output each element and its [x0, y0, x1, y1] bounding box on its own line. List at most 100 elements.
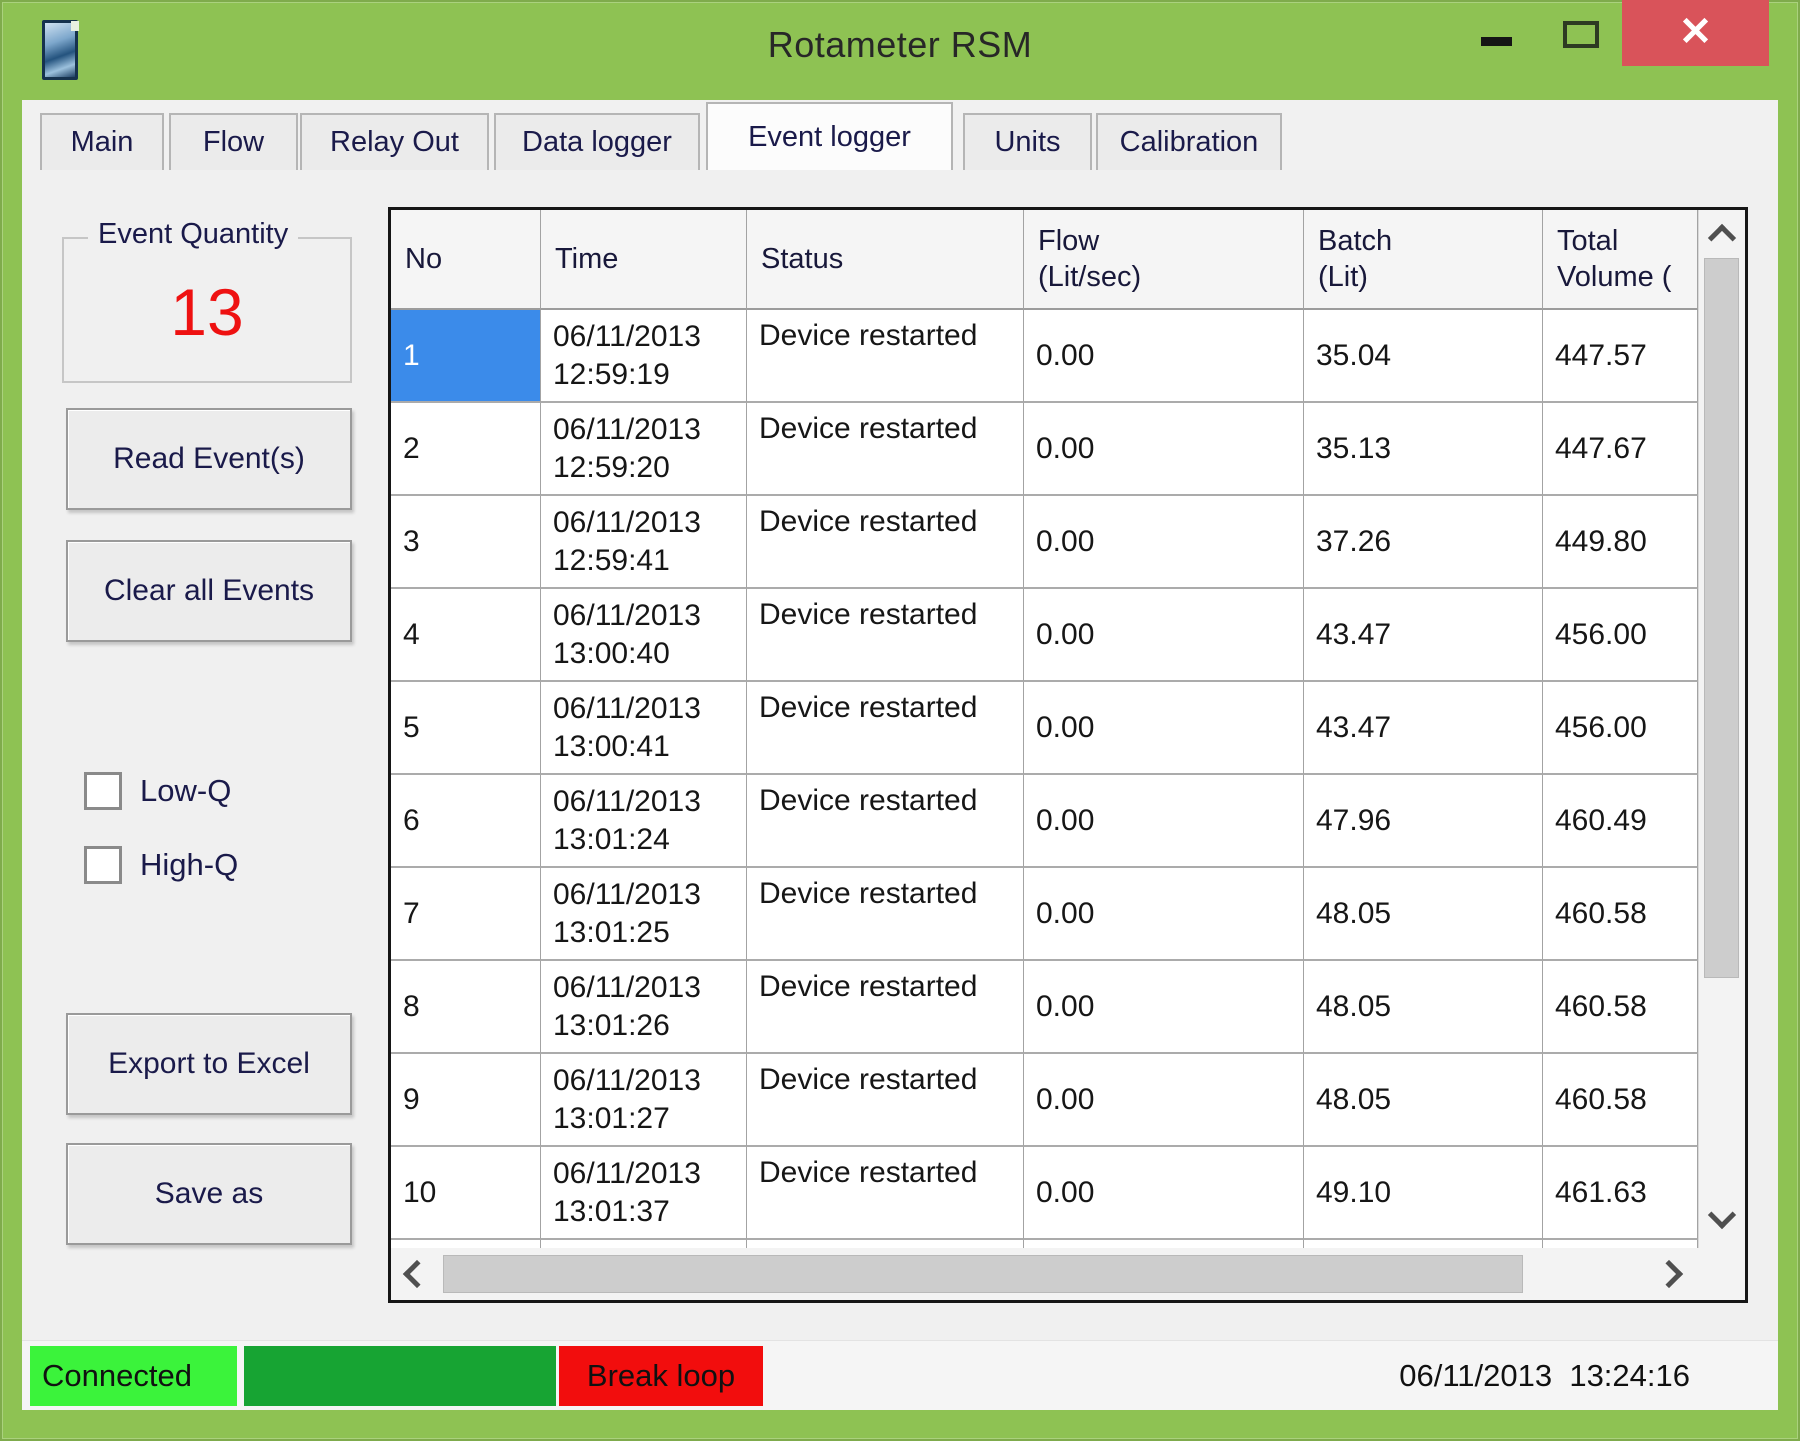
- app-window: Rotameter RSM ✕ Main Flow Relay Out Data…: [0, 0, 1800, 1441]
- row-status-cell: Device restarted: [747, 310, 1024, 403]
- low-q-checkbox[interactable]: [84, 772, 122, 810]
- table-row-partial: [391, 1240, 1698, 1248]
- close-icon: ✕: [1679, 12, 1713, 52]
- table-row[interactable]: 8 06/11/2013 13:01:26 Device restarted 0…: [391, 961, 1698, 1054]
- row-flow-cell: 0.00: [1024, 868, 1304, 961]
- tab-flow[interactable]: Flow: [169, 113, 298, 170]
- row-number-cell: 8: [391, 961, 541, 1054]
- row-number-cell: 10: [391, 1147, 541, 1240]
- vertical-scrollbar[interactable]: [1698, 210, 1745, 1248]
- statusbar-datetime: 06/11/2013 13:24:16: [1399, 1346, 1690, 1406]
- read-events-button[interactable]: Read Event(s): [66, 408, 352, 510]
- row-total-cell: 460.49: [1543, 775, 1698, 868]
- row-number-cell: 1: [391, 310, 541, 403]
- row-flow-cell: 0.00: [1024, 496, 1304, 589]
- row-total-cell: 461.63: [1543, 1147, 1698, 1240]
- vertical-scrollbar-thumb[interactable]: [1704, 258, 1739, 978]
- row-time-cell: 06/11/2013 13:01:27: [541, 1054, 747, 1147]
- tab-data-logger[interactable]: Data logger: [494, 113, 700, 170]
- row-status-cell: Device restarted: [747, 496, 1024, 589]
- close-button[interactable]: ✕: [1622, 0, 1769, 66]
- row-number-cell: 7: [391, 868, 541, 961]
- row-time-cell: 06/11/2013 13:00:40: [541, 589, 747, 682]
- break-loop-button[interactable]: Break loop: [559, 1346, 763, 1406]
- tab-event-logger[interactable]: Event logger: [706, 102, 953, 170]
- header-time: Time: [541, 210, 747, 310]
- window-title: Rotameter RSM: [0, 24, 1800, 66]
- row-status-cell: Device restarted: [747, 868, 1024, 961]
- row-batch-cell: 47.96: [1304, 775, 1543, 868]
- event-table: No Time Status Flow (Lit/sec) Batch (Lit…: [388, 207, 1748, 1303]
- row-status-cell: Device restarted: [747, 961, 1024, 1054]
- table-row[interactable]: 3 06/11/2013 12:59:41 Device restarted 0…: [391, 496, 1698, 589]
- table-row[interactable]: 1 06/11/2013 12:59:19 Device restarted 0…: [391, 310, 1698, 403]
- horizontal-scrollbar-thumb[interactable]: [443, 1255, 1523, 1293]
- row-batch-cell: 49.10: [1304, 1147, 1543, 1240]
- status-bar: Connected Break loop 06/11/2013 13:24:16: [22, 1340, 1778, 1410]
- row-total-cell: 456.00: [1543, 682, 1698, 775]
- row-time-cell: 06/11/2013 12:59:20: [541, 403, 747, 496]
- table-row[interactable]: 10 06/11/2013 13:01:37 Device restarted …: [391, 1147, 1698, 1240]
- row-batch-cell: 37.26: [1304, 496, 1543, 589]
- tab-relay-out[interactable]: Relay Out: [300, 113, 489, 170]
- save-as-button[interactable]: Save as: [66, 1143, 352, 1245]
- row-total-cell: 447.67: [1543, 403, 1698, 496]
- row-flow-cell: 0.00: [1024, 775, 1304, 868]
- scroll-up-icon[interactable]: [1708, 224, 1736, 252]
- high-q-checkbox[interactable]: [84, 846, 122, 884]
- row-time-cell: 06/11/2013 13:01:24: [541, 775, 747, 868]
- titlebar: Rotameter RSM ✕: [0, 0, 1800, 100]
- row-time-cell: 06/11/2013 13:01:25: [541, 868, 747, 961]
- table-row[interactable]: 7 06/11/2013 13:01:25 Device restarted 0…: [391, 868, 1698, 961]
- table-body: 1 06/11/2013 12:59:19 Device restarted 0…: [391, 310, 1745, 1240]
- header-status: Status: [747, 210, 1024, 310]
- row-number-cell: 3: [391, 496, 541, 589]
- row-flow-cell: 0.00: [1024, 961, 1304, 1054]
- scroll-right-icon[interactable]: [1655, 1260, 1683, 1288]
- table-row[interactable]: 5 06/11/2013 13:00:41 Device restarted 0…: [391, 682, 1698, 775]
- row-flow-cell: 0.00: [1024, 403, 1304, 496]
- minimize-icon[interactable]: [1481, 37, 1512, 46]
- maximize-icon[interactable]: [1563, 21, 1599, 48]
- row-number-cell: 9: [391, 1054, 541, 1147]
- scroll-left-icon[interactable]: [403, 1260, 431, 1288]
- row-batch-cell: 48.05: [1304, 868, 1543, 961]
- row-batch-cell: 35.13: [1304, 403, 1543, 496]
- progress-bar: [244, 1346, 556, 1406]
- header-batch: Batch (Lit): [1304, 210, 1543, 310]
- row-time-cell: 06/11/2013 13:00:41: [541, 682, 747, 775]
- row-status-cell: Device restarted: [747, 682, 1024, 775]
- row-number-cell: 5: [391, 682, 541, 775]
- event-quantity-label: Event Quantity: [88, 218, 298, 251]
- row-batch-cell: 48.05: [1304, 1054, 1543, 1147]
- row-status-cell: Device restarted: [747, 1054, 1024, 1147]
- row-total-cell: 447.57: [1543, 310, 1698, 403]
- tab-main[interactable]: Main: [40, 113, 164, 170]
- row-status-cell: Device restarted: [747, 589, 1024, 682]
- table-header-row: No Time Status Flow (Lit/sec) Batch (Lit…: [391, 210, 1698, 310]
- connection-status-badge: Connected: [30, 1346, 237, 1406]
- table-row[interactable]: 2 06/11/2013 12:59:20 Device restarted 0…: [391, 403, 1698, 496]
- table-row[interactable]: 4 06/11/2013 13:00:40 Device restarted 0…: [391, 589, 1698, 682]
- row-number-cell: 2: [391, 403, 541, 496]
- export-to-excel-button[interactable]: Export to Excel: [66, 1013, 352, 1115]
- table-row[interactable]: 9 06/11/2013 13:01:27 Device restarted 0…: [391, 1054, 1698, 1147]
- tab-calibration[interactable]: Calibration: [1096, 113, 1282, 170]
- row-batch-cell: 43.47: [1304, 682, 1543, 775]
- row-flow-cell: 0.00: [1024, 682, 1304, 775]
- high-q-label: High-Q: [140, 846, 238, 884]
- low-q-label: Low-Q: [140, 772, 231, 810]
- row-total-cell: 449.80: [1543, 496, 1698, 589]
- row-time-cell: 06/11/2013 12:59:19: [541, 310, 747, 403]
- scroll-down-icon[interactable]: [1708, 1201, 1736, 1229]
- clear-all-events-button[interactable]: Clear all Events: [66, 540, 352, 642]
- row-status-cell: Device restarted: [747, 403, 1024, 496]
- horizontal-scrollbar[interactable]: [391, 1248, 1745, 1300]
- row-time-cell: 06/11/2013 13:01:37: [541, 1147, 747, 1240]
- row-total-cell: 460.58: [1543, 868, 1698, 961]
- row-batch-cell: 48.05: [1304, 961, 1543, 1054]
- tab-units[interactable]: Units: [963, 113, 1092, 170]
- table-row[interactable]: 6 06/11/2013 13:01:24 Device restarted 0…: [391, 775, 1698, 868]
- tab-strip: Main Flow Relay Out Data logger Event lo…: [22, 100, 1778, 170]
- row-total-cell: 460.58: [1543, 1054, 1698, 1147]
